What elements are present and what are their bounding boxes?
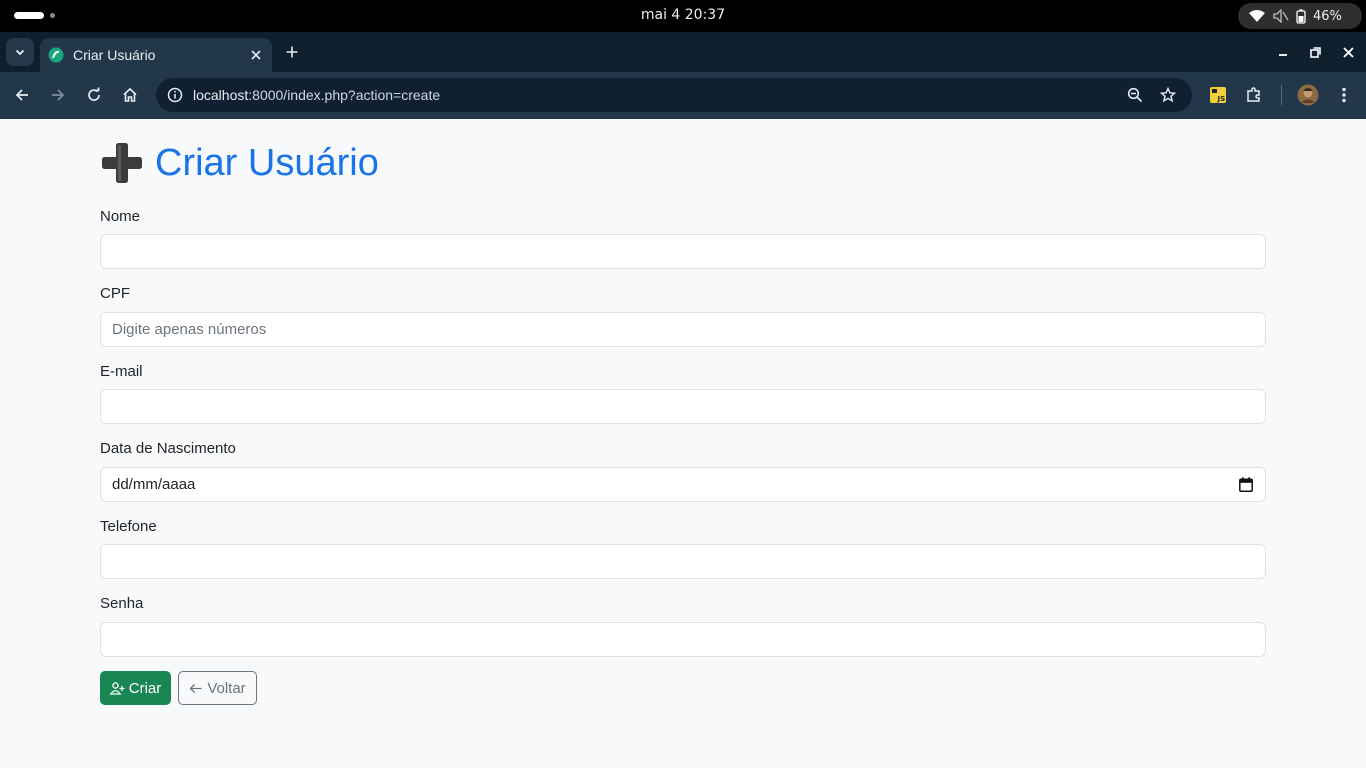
arrow-left-icon: [15, 89, 28, 101]
minimize-window-button[interactable]: [1271, 40, 1295, 64]
senha-input[interactable]: [100, 622, 1266, 657]
cpf-input[interactable]: [100, 312, 1266, 347]
create-button[interactable]: Criar: [100, 671, 171, 705]
profile-button[interactable]: [1294, 81, 1322, 109]
email-label: E-mail: [100, 363, 143, 380]
js-extension-icon: JS: [1210, 87, 1226, 103]
puzzle-icon: [1247, 87, 1260, 102]
back-button-label: Voltar: [207, 679, 246, 697]
js-extension-button[interactable]: JS: [1204, 81, 1232, 109]
telefone-input[interactable]: [100, 544, 1266, 579]
url-path: :8000/index.php?action=create: [248, 87, 441, 103]
close-window-button[interactable]: [1336, 40, 1360, 64]
forward-button[interactable]: [44, 81, 72, 109]
arrow-left-icon: [189, 683, 202, 693]
info-icon: [167, 87, 183, 103]
telefone-label: Telefone: [100, 518, 157, 535]
senha-label: Senha: [100, 595, 144, 612]
page-title: Criar Usuário: [155, 141, 379, 184]
more-vert-icon: [1342, 87, 1346, 103]
avatar-icon: [1297, 84, 1319, 106]
page-heading: Criar Usuário: [100, 141, 379, 185]
nome-label: Nome: [100, 208, 141, 225]
plus-icon: [286, 46, 298, 58]
close-icon: [1342, 46, 1354, 58]
minimize-icon: [1279, 54, 1287, 56]
zoom-out-icon: [1127, 87, 1143, 103]
nome-input[interactable]: [100, 234, 1266, 269]
bookmark-button[interactable]: [1155, 82, 1181, 108]
restore-window-button[interactable]: [1303, 40, 1327, 64]
svg-text:JS: JS: [1217, 95, 1226, 103]
new-tab-button[interactable]: [280, 40, 304, 64]
email-input[interactable]: [100, 389, 1266, 424]
os-clock[interactable]: mai 4 20:37: [0, 7, 1366, 23]
site-info-button[interactable]: [162, 82, 188, 108]
reload-button[interactable]: [80, 81, 108, 109]
browser-tab-active[interactable]: Criar Usuário: [40, 38, 272, 72]
back-to-list-button[interactable]: Voltar: [178, 671, 257, 705]
add-user-icon: [109, 681, 125, 695]
reload-icon: [88, 87, 100, 101]
toolbar-separator: [1281, 85, 1282, 105]
wifi-icon: [1249, 10, 1265, 22]
url-host: localhost: [193, 87, 249, 103]
site-favicon-icon: [48, 47, 64, 63]
tab-title: Criar Usuário: [73, 47, 156, 63]
browser-toolbar: localhost:8000/index.php?action=create J…: [0, 72, 1366, 119]
tab-close-button[interactable]: [242, 41, 270, 69]
battery-percent: 46%: [1313, 8, 1342, 24]
system-status-menu[interactable]: 46%: [1238, 3, 1362, 29]
tab-search-button[interactable]: [6, 38, 34, 66]
page-content: Criar Usuário Nome CPF E-mail Data de Na…: [0, 119, 1366, 768]
browser-menu-button[interactable]: [1330, 81, 1358, 109]
volume-muted-icon: [1273, 9, 1289, 23]
create-button-label: Criar: [128, 679, 162, 697]
heavy-plus-icon: [100, 141, 144, 185]
browser-tab-strip: Criar Usuário: [0, 32, 1366, 72]
nascimento-date-input[interactable]: dd/mm/aaaa: [100, 467, 1266, 502]
close-icon: [251, 50, 261, 60]
battery-icon: [1296, 8, 1306, 24]
extensions-button[interactable]: [1240, 81, 1268, 109]
address-url[interactable]: localhost:8000/index.php?action=create: [193, 87, 440, 103]
zoom-button[interactable]: [1122, 82, 1148, 108]
restore-icon: [1309, 46, 1321, 58]
nascimento-date-value: dd/mm/aaaa: [112, 476, 196, 493]
calendar-icon[interactable]: [1238, 477, 1254, 493]
address-bar[interactable]: localhost:8000/index.php?action=create: [156, 78, 1192, 112]
home-icon: [123, 87, 137, 102]
star-icon: [1160, 87, 1176, 103]
arrow-right-icon: [52, 89, 65, 101]
back-button[interactable]: [8, 81, 36, 109]
os-top-bar: mai 4 20:37 46%: [0, 0, 1366, 32]
home-button[interactable]: [116, 81, 144, 109]
nascimento-label: Data de Nascimento: [100, 440, 236, 457]
cpf-label: CPF: [100, 285, 130, 302]
chevron-down-icon: [15, 49, 25, 56]
